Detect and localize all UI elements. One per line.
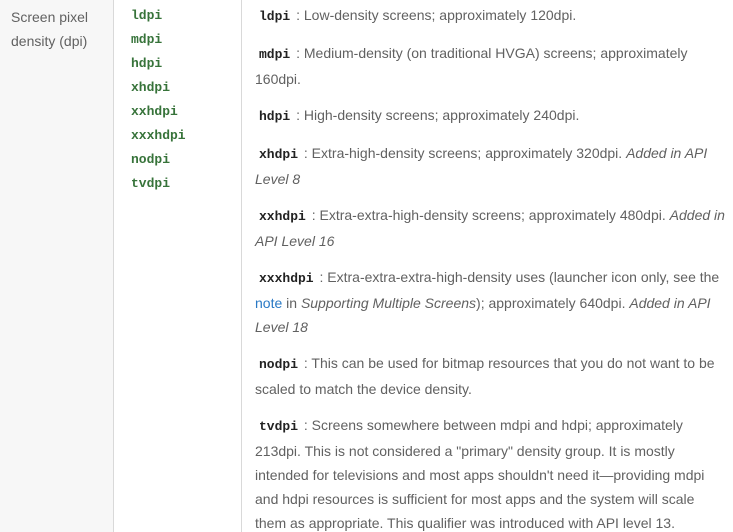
value-xhdpi: xhdpi: [131, 80, 171, 95]
value-tvdpi: tvdpi: [131, 176, 171, 191]
desc-code-mdpi: mdpi: [259, 47, 291, 62]
desc-text-mdpi: : Medium-density (on traditional HVGA) s…: [255, 45, 688, 87]
desc-code-xhdpi: xhdpi: [259, 147, 299, 162]
desc-text-tvdpi: : Screens somewhere between mdpi and hdp…: [255, 417, 705, 531]
desc-text-xhdpi: : Extra-high-density screens; approximat…: [303, 145, 623, 161]
description-xhdpi: xhdpi : Extra-high-density screens; appr…: [255, 141, 725, 191]
description-tvdpi: tvdpi : Screens somewhere between mdpi a…: [255, 413, 725, 532]
value-xxxhdpi: xxxhdpi: [131, 128, 186, 143]
desc-text-hdpi: : High-density screens; approximately 24…: [296, 107, 580, 123]
description-ldpi: ldpi : Low-density screens; approximatel…: [255, 3, 725, 29]
desc-code-hdpi: hdpi: [259, 109, 291, 124]
desc-code-xxxhdpi: xxxhdpi: [259, 271, 314, 286]
description-mdpi: mdpi : Medium-density (on traditional HV…: [255, 41, 725, 91]
value-ldpi: ldpi: [131, 8, 163, 23]
desc-text-nodpi: : This can be used for bitmap resources …: [255, 355, 715, 397]
value-xxhdpi: xxhdpi: [131, 104, 178, 119]
qualifier-name-line2: density (dpi): [11, 33, 88, 49]
qualifier-description-cell: ldpi : Low-density screens; approximatel…: [242, 0, 733, 532]
desc-text-xxxhdpi-a: : Extra-extra-extra-high-density uses (l…: [319, 269, 720, 285]
qualifier-name-cell: Screen pixel density (dpi): [0, 0, 114, 532]
value-hdpi: hdpi: [131, 56, 163, 71]
desc-code-tvdpi: tvdpi: [259, 419, 299, 434]
desc-code-ldpi: ldpi: [259, 9, 291, 24]
value-nodpi: nodpi: [131, 152, 171, 167]
qualifier-table-row: Screen pixel density (dpi) ldpi mdpi hdp…: [0, 0, 733, 532]
note-link[interactable]: note: [255, 295, 282, 311]
desc-ref-xxxhdpi: Supporting Multiple Screens: [300, 295, 477, 311]
qualifier-name-line1: Screen pixel: [11, 9, 89, 25]
desc-text-xxxhdpi-c: ); approximately 640dpi.: [476, 295, 626, 311]
desc-text-xxhdpi: : Extra-extra-high-density screens; appr…: [311, 207, 666, 223]
description-xxxhdpi: xxxhdpi : Extra-extra-extra-high-density…: [255, 265, 725, 339]
desc-code-xxhdpi: xxhdpi: [259, 209, 306, 224]
desc-text-ldpi: : Low-density screens; approximately 120…: [296, 7, 577, 23]
qualifier-values-cell: ldpi mdpi hdpi xhdpi xxhdpi xxxhdpi nodp…: [114, 0, 242, 532]
desc-code-nodpi: nodpi: [259, 357, 299, 372]
value-mdpi: mdpi: [131, 32, 163, 47]
description-xxhdpi: xxhdpi : Extra-extra-high-density screen…: [255, 203, 725, 253]
description-hdpi: hdpi : High-density screens; approximate…: [255, 103, 725, 129]
desc-text-xxxhdpi-b: in: [286, 295, 298, 311]
description-nodpi: nodpi : This can be used for bitmap reso…: [255, 351, 725, 401]
